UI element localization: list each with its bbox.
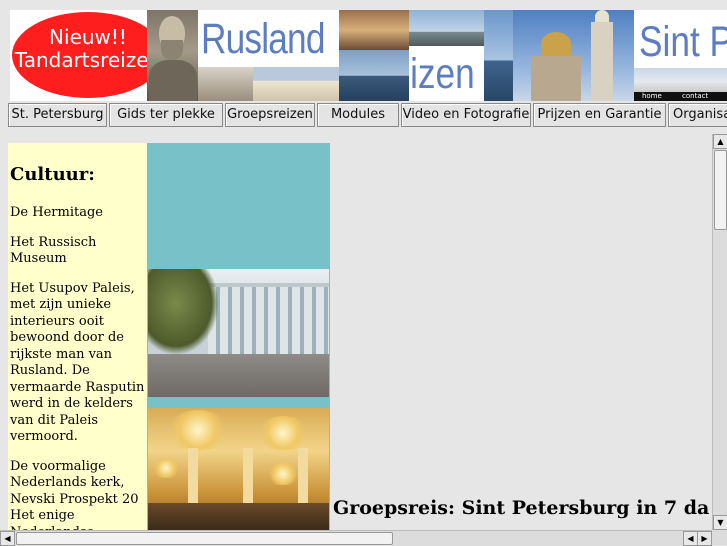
promo-line-dental-trips: Tandartsreizen (14, 48, 147, 72)
vertical-scroll-thumb[interactable] (714, 150, 727, 230)
promo-oval[interactable]: Nieuw!! Tandartsreizen (12, 12, 147, 98)
museum-interior-photo (198, 67, 253, 101)
scroll-left-icon[interactable]: ◀ (0, 531, 15, 546)
teal-spacer (147, 143, 330, 269)
banner-title-sint-petersburg: Sint Pe (639, 18, 727, 66)
culture-sidebar: Cultuur: De Hermitage Het Russisch Museu… (8, 143, 147, 530)
horizontal-scrollbar[interactable]: ◀ ◀ ▶ (0, 530, 712, 546)
scroll-up-icon[interactable]: ▲ (713, 134, 727, 149)
group-trip-heading: Groepsreis: Sint Petersburg in 7 da (333, 497, 710, 519)
neva-river-photo (409, 10, 484, 46)
cathedral-photo (513, 10, 634, 101)
banner-title-rusland: Rusland (201, 15, 325, 63)
nav-groepsreizen[interactable]: Groepsreizen (225, 103, 315, 127)
scroll-down-icon[interactable]: ▼ (713, 515, 727, 530)
banner-title-reizen: Reizen (409, 50, 475, 98)
culture-item-dutch-church: De voormalige Nederlands kerk, Nevski Pr… (10, 458, 139, 531)
banner-rusland-panel: Rusland (198, 10, 339, 101)
golden-hall-photo (148, 408, 329, 530)
scroll-left-icon-secondary[interactable]: ◀ (683, 531, 698, 546)
nav-st-petersburg[interactable]: St. Petersburg (8, 103, 107, 127)
culture-list: De Hermitage Het Russisch Museum Het Usu… (10, 205, 145, 530)
dostoevsky-bust-photo (147, 10, 198, 101)
banner-links-bar: home contact (634, 92, 727, 101)
banner-sint-petersburg-panel: Sint Pe home contact (634, 10, 727, 101)
palace-facade-photo (253, 67, 339, 101)
home-link[interactable]: home (642, 92, 662, 101)
nav-organisatie[interactable]: Organisa (668, 103, 727, 127)
horizontal-scroll-thumb[interactable] (16, 532, 393, 545)
culture-item-yusupov-palace: Het Usupov Paleis, met zijn unieke inter… (10, 280, 145, 445)
contact-link[interactable]: contact (682, 92, 708, 101)
site-banner: Nieuw!! Tandartsreizen Rusland Reizen Si… (10, 10, 727, 101)
winter-palace-photo (148, 269, 329, 397)
scroll-right-icon[interactable]: ▶ (697, 531, 712, 546)
waterfront-photo (484, 10, 513, 101)
teal-spacer-2 (147, 397, 330, 408)
hall-and-river-photos (339, 10, 409, 101)
nav-prijzen-en-garantie[interactable]: Prijzen en Garantie (533, 103, 666, 127)
nav-video-en-fotografie[interactable]: Video en Fotografie (401, 103, 531, 127)
new-dental-trips-promo[interactable]: Nieuw!! Tandartsreizen (10, 10, 147, 101)
nav-gids-ter-plekke[interactable]: Gids ter plekke (109, 103, 223, 127)
culture-item-hermitage: De Hermitage (10, 205, 103, 220)
main-navigation: St. Petersburg Gids ter plekke Groepsrei… (8, 103, 727, 127)
banner-reizen-panel: Reizen (409, 10, 484, 101)
photo-column (147, 143, 330, 530)
culture-heading: Cultuur: (10, 164, 95, 185)
promo-line-new: Nieuw!! (49, 25, 127, 49)
culture-item-russian-museum: Het Russisch Museum (10, 234, 97, 267)
scrollbar-corner (712, 530, 727, 545)
nav-modules[interactable]: Modules (317, 103, 399, 127)
vertical-scrollbar[interactable]: ▲ ▼ (712, 134, 727, 530)
